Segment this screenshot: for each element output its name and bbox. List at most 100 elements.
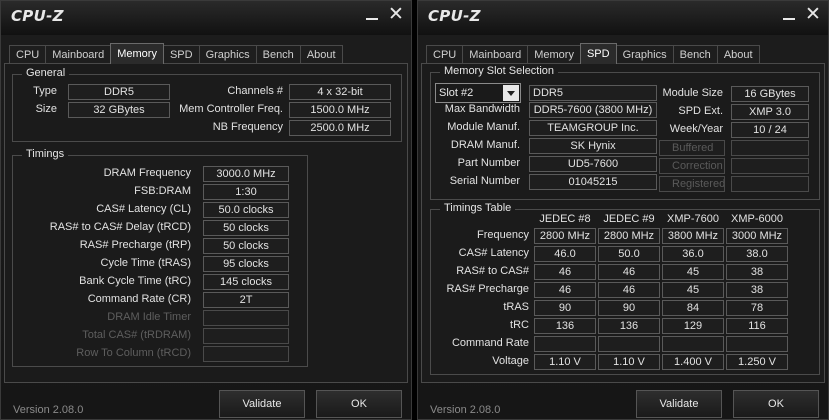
timing-value [203,328,289,344]
timing-label: Bank Cycle Time (tRC) [79,275,191,287]
minimize-icon[interactable] [780,6,798,24]
timing-row-label: Command Rate [451,337,529,349]
cpuz-window-memory: CPU-Z ✕ CPU Mainboard Memory SPD Graphic… [0,0,412,420]
channels-label: Channels # [227,85,283,97]
timing-label: CAS# Latency (CL) [96,203,191,215]
timing-cell: 38.0 [726,246,788,262]
timing-cell: 129 [662,318,724,334]
column-header: JEDEC #9 [603,213,655,225]
tab-mainboard[interactable]: Mainboard [45,45,112,64]
timing-label: RAS# to CAS# Delay (tRCD) [49,221,191,233]
timing-label: DRAM Idle Timer [107,311,191,323]
module-size-label: Module Size [662,87,723,99]
week-year-label: Week/Year [669,123,723,135]
channels-value: 4 x 32-bit [289,84,391,100]
timing-cell: 3800 MHz [662,228,724,244]
timing-row-label: Frequency [477,229,529,241]
timing-row-label: CAS# Latency [458,247,529,259]
chevron-down-icon[interactable] [503,85,519,101]
version-label: Version 2.08.0 [430,404,501,416]
version-label: Version 2.08.0 [13,404,84,416]
timings-table-group: Timings Table JEDEC #8 JEDEC #9 XMP-7600 XM… [430,202,820,375]
week-year-value: 10 / 24 [731,122,809,138]
validate-button[interactable]: Validate [219,390,305,418]
tab-cpu[interactable]: CPU [9,45,47,64]
timing-value: 95 clocks [203,256,289,272]
timing-cell: 45 [662,282,724,298]
timing-cell: 2800 MHz [598,228,660,244]
spd-ext-label: SPD Ext. [678,105,723,117]
mem-controller-freq-value: 1500.0 MHz [289,102,391,118]
column-header: XMP-7600 [667,213,719,225]
app-title: CPU-Z [428,7,481,25]
size-value: 32 GBytes [68,102,170,118]
tab-spd[interactable]: SPD [162,45,200,64]
tab-memory[interactable]: Memory [110,43,164,64]
timing-cell: 50.0 [598,246,660,262]
timing-label: Cycle Time (tRAS) [100,257,191,269]
timing-cell: 38 [726,264,788,280]
timing-cell: 1.10 V [598,354,660,370]
app-title: CPU-Z [11,7,64,25]
timing-value: 2T [203,292,289,308]
timing-cell [598,336,660,352]
timing-cell: 46 [598,264,660,280]
tab-graphics[interactable]: Graphics [198,45,257,64]
timing-cell: 136 [534,318,596,334]
timing-cell: 1.250 V [726,354,788,370]
tab-memory[interactable]: Memory [527,45,581,64]
tab-about[interactable]: About [299,45,343,64]
timing-value: 145 clocks [203,274,289,290]
timing-cell: 116 [726,318,788,334]
general-title: General [22,67,70,79]
timing-label: RAS# Precharge (tRP) [79,239,191,251]
tab-bench[interactable]: Bench [672,45,718,64]
timing-value: 50.0 clocks [203,202,289,218]
serial-number-label: Serial Number [449,175,520,187]
max-bandwidth-label: Max Bandwidth [444,103,520,115]
timing-value: 1:30 [203,184,289,200]
validate-button[interactable]: Validate [636,390,722,418]
tab-bench[interactable]: Bench [255,45,301,64]
max-bandwidth-value: DDR5-7600 (3800 MHz) [529,102,657,118]
timing-cell: 1.10 V [534,354,596,370]
close-icon[interactable]: ✕ [387,5,405,24]
serial-number-value: 01045215 [529,174,657,190]
timings-group: Timings DRAM Frequency 3000.0 MHz FSB:DRAM… [12,148,308,367]
type-label: Type [33,85,57,97]
timing-value: 50 clocks [203,238,289,254]
part-number-value: UD5-7600 [529,156,657,172]
buffered-value [731,140,809,156]
close-icon[interactable]: ✕ [804,5,822,24]
tab-graphics[interactable]: Graphics [615,45,674,64]
type-value: DDR5 [68,84,170,100]
memory-slot-selection-group: Memory Slot Selection Slot #2 DDR5 Max B… [430,65,820,200]
nb-frequency-label: NB Frequency [212,121,283,133]
title-bar[interactable]: CPU-Z ✕ [418,1,828,35]
slot-select[interactable]: Slot #2 [435,83,521,103]
timing-cell: 46 [534,282,596,298]
timing-cell: 84 [662,300,724,316]
tab-mainboard[interactable]: Mainboard [462,45,529,64]
tab-spd[interactable]: SPD [579,43,617,64]
timing-cell: 46 [534,264,596,280]
column-header: JEDEC #8 [539,213,591,225]
dram-manuf-label: DRAM Manuf. [450,139,520,151]
timing-cell [726,336,788,352]
title-bar[interactable]: CPU-Z ✕ [1,1,411,35]
tab-about[interactable]: About [716,45,760,64]
ok-button[interactable]: OK [316,390,402,418]
timing-row-label: tRAS [503,301,529,313]
timing-label: DRAM Frequency [103,167,191,179]
tab-bar: CPU Mainboard Memory SPD Graphics Bench … [9,43,343,64]
tab-cpu[interactable]: CPU [426,45,464,64]
timing-cell: 2800 MHz [534,228,596,244]
minimize-icon[interactable] [363,6,381,24]
timing-row-label: RAS# to CAS# [456,265,529,277]
timing-cell: 90 [534,300,596,316]
registered-value [731,176,809,192]
ok-button[interactable]: OK [733,390,819,418]
timing-row-label: Voltage [492,355,529,367]
timing-cell: 36.0 [662,246,724,262]
timing-cell: 78 [726,300,788,316]
